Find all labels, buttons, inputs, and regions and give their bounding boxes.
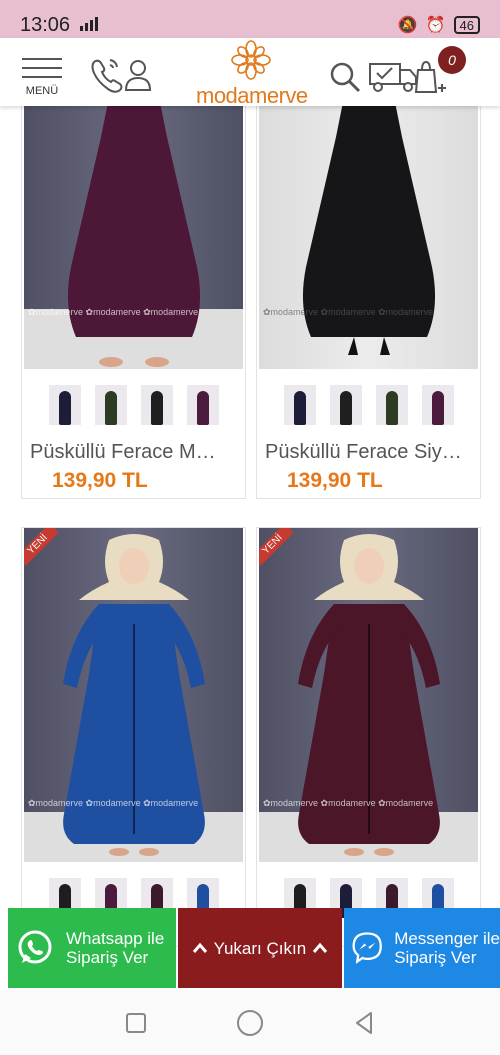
- whatsapp-label-line: Sipariş Ver: [66, 948, 149, 967]
- dress-figure: [62, 534, 205, 856]
- swatch-dress-icon: [339, 391, 352, 425]
- color-swatch[interactable]: [421, 385, 454, 425]
- product-card[interactable]: YENİ ✿modamerve ✿modamerve ✿modamerve: [21, 527, 246, 947]
- menu-label: MENÜ: [25, 85, 59, 97]
- product-image[interactable]: ✿modamerve ✿modamerve ✿modamerve: [24, 97, 243, 369]
- dress-figure: [302, 97, 435, 355]
- swatch-dress-icon: [293, 391, 306, 425]
- whatsapp-order-button[interactable]: Whatsapp ile Sipariş Ver: [8, 908, 176, 988]
- messenger-label: Messenger ile Sipariş Ver: [394, 929, 500, 967]
- dress-figure: [67, 97, 200, 367]
- swatch-dress-icon: [58, 391, 71, 425]
- cart-count-badge: 0: [438, 46, 466, 74]
- product-price: 139,90 TL: [52, 469, 148, 492]
- menu-button[interactable]: MENÜ: [22, 52, 62, 97]
- logo-flower-icon: [231, 40, 271, 80]
- color-swatch[interactable]: [186, 385, 219, 425]
- swatch-dress-icon: [431, 391, 444, 425]
- color-swatch[interactable]: [329, 385, 362, 425]
- product-name[interactable]: Püsküllü Ferace M…: [30, 441, 237, 464]
- color-swatch[interactable]: [375, 385, 408, 425]
- site-logo[interactable]: modamerve: [196, 40, 308, 109]
- network-indicator: [78, 16, 104, 34]
- recents-icon[interactable]: [125, 1012, 147, 1034]
- logo-text: modamerve: [196, 83, 308, 108]
- site-header: MENÜ modamerve: [0, 38, 500, 109]
- dress-figure: [297, 534, 440, 856]
- home-icon[interactable]: [236, 1009, 264, 1037]
- contact-button[interactable]: [88, 56, 154, 99]
- search-button[interactable]: [328, 60, 362, 99]
- image-watermark: ✿modamerve ✿modamerve ✿modamerve: [263, 307, 434, 317]
- hamburger-icon: [22, 58, 62, 60]
- messenger-label-line: Sipariş Ver: [394, 948, 477, 967]
- product-image[interactable]: ✿modamerve ✿modamerve ✿modamerve: [259, 97, 478, 369]
- swatch-dress-icon: [150, 391, 163, 425]
- color-swatches: [257, 385, 480, 425]
- color-swatch[interactable]: [283, 385, 316, 425]
- messenger-order-button[interactable]: Messenger ile Sipariş Ver: [343, 908, 500, 988]
- color-swatch[interactable]: [94, 385, 127, 425]
- search-icon: [330, 62, 361, 93]
- swatch-dress-icon: [196, 391, 209, 425]
- whatsapp-label: Whatsapp ile Sipariş Ver: [66, 929, 164, 967]
- battery-indicator: 46: [453, 16, 480, 34]
- product-name[interactable]: Püsküllü Ferace Siy…: [265, 441, 472, 464]
- swatch-dress-icon: [104, 391, 117, 425]
- scroll-to-top-button[interactable]: Yukarı Çıkın: [177, 908, 342, 988]
- whatsapp-label-line: Whatsapp ile: [66, 929, 165, 948]
- chevron-up-icon: [192, 939, 208, 958]
- image-watermark: ✿modamerve ✿modamerve ✿modamerve: [263, 798, 434, 808]
- truck-cart-icon: [369, 60, 446, 93]
- hamburger-icon-line: [22, 67, 62, 69]
- messenger-label-line: Messenger ile: [394, 929, 500, 948]
- floating-actions: Whatsapp ile Sipariş Ver Yukarı Çıkın Me…: [0, 908, 500, 988]
- whatsapp-icon: [18, 930, 52, 964]
- product-price: 139,90 TL: [287, 469, 383, 492]
- scroll-top-label: Yukarı Çıkın: [213, 938, 307, 958]
- color-swatch[interactable]: [140, 385, 173, 425]
- phone-user-icon: [91, 59, 152, 93]
- color-swatch[interactable]: [48, 385, 81, 425]
- product-image[interactable]: YENİ ✿modamerve ✿modamerve ✿modamerve: [259, 528, 478, 862]
- product-image[interactable]: YENİ ✿modamerve ✿modamerve ✿modamerve: [24, 528, 243, 862]
- back-icon[interactable]: [353, 1011, 375, 1035]
- cart-button[interactable]: [368, 56, 448, 101]
- product-card[interactable]: YENİ ✿modamerve ✿modamerve ✿modamerve: [256, 527, 481, 947]
- image-watermark: ✿modamerve ✿modamerve ✿modamerve: [28, 798, 199, 808]
- color-swatches: [22, 385, 245, 425]
- alarm-icon: ⏰: [425, 17, 446, 34]
- status-time: 13:06: [20, 13, 71, 36]
- messenger-icon: [352, 932, 382, 964]
- product-card[interactable]: ✿modamerve ✿modamerve ✿modamerve Püsküll…: [21, 96, 246, 499]
- system-nav-bar: [0, 990, 500, 1055]
- swatch-dress-icon: [385, 391, 398, 425]
- image-watermark: ✿modamerve ✿modamerve ✿modamerve: [28, 307, 199, 317]
- chevron-up-icon: [312, 939, 328, 958]
- product-card[interactable]: ✿modamerve ✿modamerve ✿modamerve Püsküll…: [256, 96, 481, 499]
- hamburger-icon-line: [22, 76, 62, 78]
- mute-icon: 🔕: [397, 17, 418, 34]
